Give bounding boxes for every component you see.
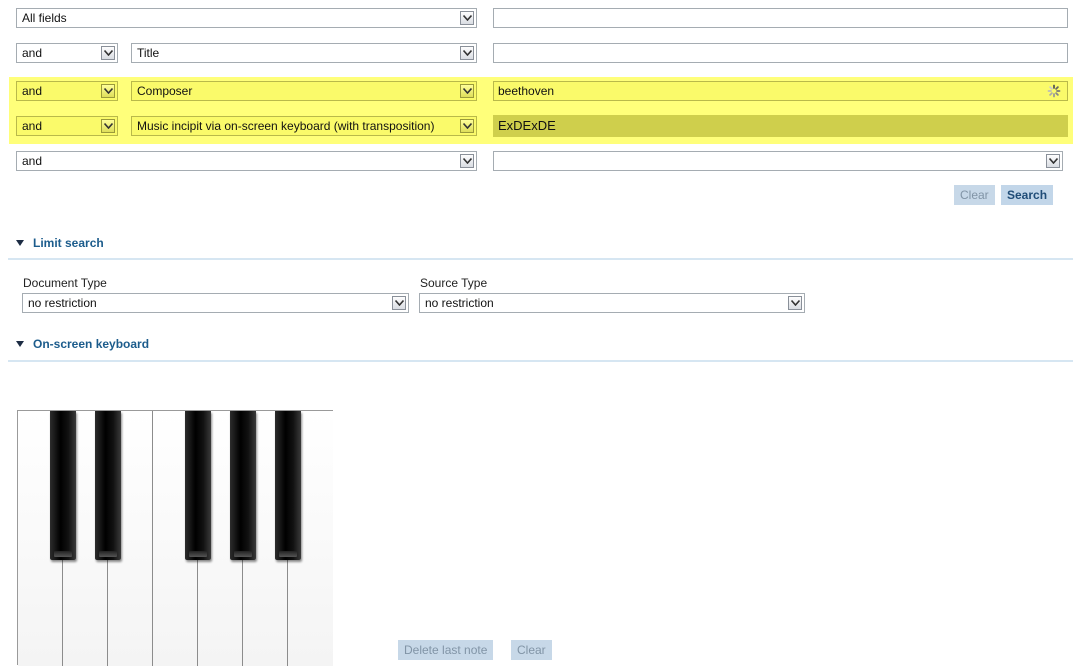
row3-operator-select[interactable]: and (16, 81, 118, 101)
keyboard-clear-button[interactable]: Clear (511, 640, 552, 660)
source-type-label: Source Type (420, 276, 488, 290)
chevron-down-icon (392, 296, 406, 310)
chevron-down-icon (460, 11, 474, 25)
row5-value-select[interactable] (493, 151, 1063, 171)
black-key-a-sharp[interactable] (275, 411, 301, 560)
black-key-d-sharp[interactable] (95, 411, 121, 560)
row2-value-input[interactable] (493, 43, 1068, 63)
section-divider (8, 360, 1073, 362)
on-screen-keyboard-toggle[interactable]: On-screen keyboard (16, 337, 149, 351)
row4-operator-select[interactable]: and (16, 116, 118, 136)
document-type-select[interactable]: no restriction (22, 293, 409, 313)
row3-field-select[interactable]: Composer (131, 81, 477, 101)
section-divider (8, 258, 1073, 260)
row4-field-select[interactable]: Music incipit via on-screen keyboard (wi… (131, 116, 477, 136)
chevron-down-icon (460, 84, 474, 98)
triangle-down-icon (16, 240, 24, 246)
chevron-down-icon (1046, 154, 1060, 168)
search-button[interactable]: Search (1001, 185, 1054, 205)
incipit-value-input[interactable]: ExDExDE (493, 115, 1068, 137)
composer-value-input[interactable]: beethoven (493, 81, 1068, 101)
row1-value-input[interactable] (493, 8, 1068, 28)
row2-operator-select[interactable]: and (16, 43, 118, 63)
limit-search-toggle[interactable]: Limit search (16, 236, 104, 250)
chevron-down-icon (460, 46, 474, 60)
row5-operator-field-select[interactable]: and (16, 151, 477, 171)
row1-field-select[interactable]: All fields (16, 8, 477, 28)
chevron-down-icon (101, 119, 115, 133)
chevron-down-icon (101, 46, 115, 60)
black-key-f-sharp[interactable] (185, 411, 211, 560)
loading-spinner-icon (1047, 84, 1061, 103)
black-key-c-sharp[interactable] (50, 411, 76, 560)
chevron-down-icon (788, 296, 802, 310)
source-type-select[interactable]: no restriction (419, 293, 805, 313)
delete-last-note-button[interactable]: Delete last note (398, 640, 494, 660)
chevron-down-icon (460, 154, 474, 168)
piano-keyboard (17, 410, 333, 666)
triangle-down-icon (16, 341, 24, 347)
document-type-label: Document Type (23, 276, 107, 290)
chevron-down-icon (101, 84, 115, 98)
chevron-down-icon (460, 119, 474, 133)
clear-button[interactable]: Clear (954, 185, 995, 205)
black-key-g-sharp[interactable] (230, 411, 256, 560)
row2-field-select[interactable]: Title (131, 43, 477, 63)
